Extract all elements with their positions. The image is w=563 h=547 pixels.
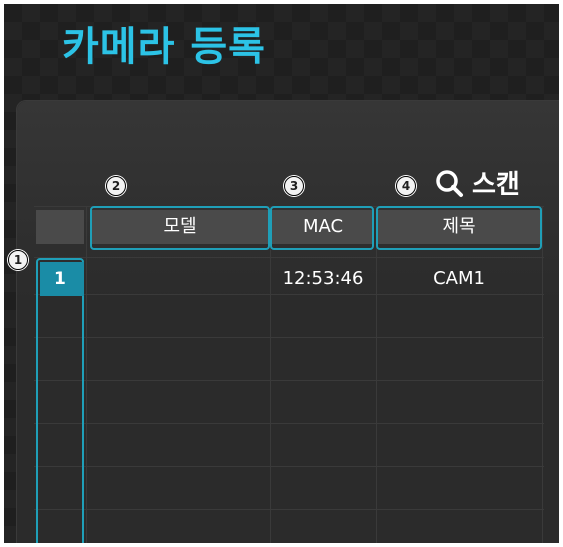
- scan-button[interactable]: 스캔: [434, 164, 520, 201]
- row-mac-cell[interactable]: 12:53:46: [272, 262, 374, 296]
- row-number-header: [36, 210, 84, 244]
- camera-registration-window: 카메라 등록 스캔 모델 MAC 제목 1 12:53:46 CAM1 1 2 …: [4, 4, 559, 543]
- mac-column-highlight: [270, 206, 374, 250]
- row-model-cell[interactable]: [92, 262, 268, 296]
- scan-label: 스캔: [472, 170, 520, 200]
- row-number-column-highlight: [36, 258, 84, 543]
- page-title: 카메라 등록: [62, 24, 266, 70]
- callout-4: 4: [396, 176, 416, 196]
- model-column-highlight: [90, 206, 270, 250]
- callout-2: 2: [106, 176, 126, 196]
- name-column-highlight: [376, 206, 542, 250]
- row-name-cell[interactable]: CAM1: [378, 262, 540, 296]
- callout-3: 3: [284, 176, 304, 196]
- search-icon: [436, 169, 463, 197]
- row-number-cell[interactable]: 1: [40, 262, 84, 296]
- callout-1: 1: [8, 250, 28, 270]
